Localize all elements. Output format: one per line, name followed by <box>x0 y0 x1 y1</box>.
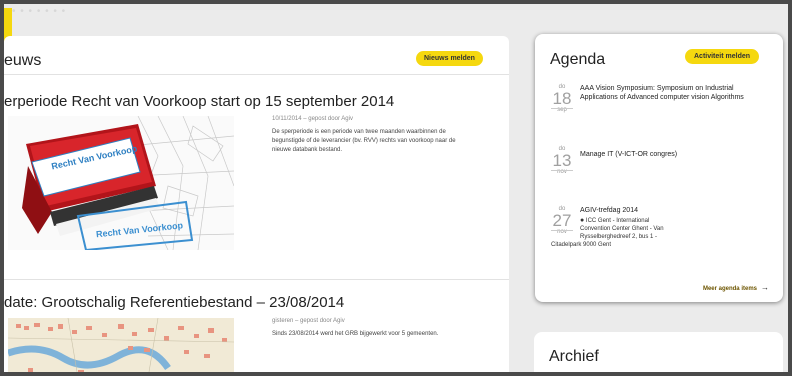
location-line: ICC Gent - International <box>585 218 650 224</box>
stamp-text-bottom: Recht Van Voorkoop <box>96 220 184 239</box>
date-rule <box>551 230 573 231</box>
article-image-2[interactable] <box>8 318 234 376</box>
location-line: Convention Center Ghent - Van <box>580 226 664 232</box>
article-title-2[interactable]: date: Grootschalig Referentiebestand – 2… <box>4 294 344 311</box>
article-meta-2: gisteren – gepost door Agiv <box>272 318 345 324</box>
more-agenda-label: Meer agenda items <box>702 286 757 292</box>
event-title[interactable]: AAA Vision Symposium: Symposium on Indus… <box>580 84 772 102</box>
event-location: ● ICC Gent - International <box>580 217 649 225</box>
date-badge: do 27 nov <box>551 206 573 236</box>
more-agenda-link[interactable]: Meer agenda items → <box>703 283 769 292</box>
divider <box>4 74 509 75</box>
article-body-2: Sinds 23/08/2014 werd het GRB bijgewerkt… <box>272 331 439 337</box>
agenda-report-button[interactable]: Activiteit melden <box>685 49 760 64</box>
date-badge: do 13 nov <box>551 146 573 176</box>
news-panel: euws Nieuws melden erperiode Recht van V… <box>4 36 509 376</box>
agenda-item[interactable]: do 18 sep AAA Vision Symposium: Symposiu… <box>551 84 776 124</box>
date-rule <box>551 170 573 171</box>
agenda-card: Agenda Activiteit melden do 18 sep AAA V… <box>535 34 783 302</box>
agenda-item[interactable]: do 13 nov Manage IT (V-ICT-OR congres) <box>551 146 776 186</box>
divider <box>4 279 509 280</box>
article-body-1: De sperperiode is een periode van twee m… <box>272 129 456 153</box>
arrow-right-icon: → <box>761 283 769 292</box>
date-day: 18 <box>552 89 572 108</box>
agenda-heading: Agenda <box>550 51 606 68</box>
article-title-1[interactable]: erperiode Recht van Voorkoop start op 15… <box>4 93 394 110</box>
location-line: Rysselberghedreef 2, bus 1 - <box>580 234 658 240</box>
date-badge: do 18 sep <box>551 84 573 114</box>
article-image-1[interactable]: Recht Van Voorkoop Recht Van Voorkoop <box>8 116 234 250</box>
map-illustration <box>8 318 234 376</box>
location-line: Citadelpark 9000 Gent <box>551 242 612 248</box>
location-pin-icon: ● <box>580 217 585 224</box>
date-rule <box>551 108 573 109</box>
top-dots: • • • • • • • <box>12 6 67 17</box>
agenda-item[interactable]: do 27 nov AGIV-trefdag 2014 ● ICC Gent -… <box>551 206 776 270</box>
date-day: 27 <box>552 211 572 230</box>
news-report-button[interactable]: Nieuws melden <box>416 51 483 66</box>
date-day: 13 <box>552 151 572 170</box>
archief-heading: Archief <box>549 348 599 365</box>
event-title[interactable]: Manage IT (V-ICT-OR congres) <box>580 150 772 159</box>
event-title[interactable]: AGIV-trefdag 2014 <box>580 206 772 215</box>
article-meta-1: 10/11/2014 – gepost door Agiv <box>272 116 353 122</box>
archief-card: Archief <box>534 332 783 376</box>
news-heading: euws <box>4 52 42 69</box>
stamp-illustration: Recht Van Voorkoop Recht Van Voorkoop <box>22 116 234 250</box>
